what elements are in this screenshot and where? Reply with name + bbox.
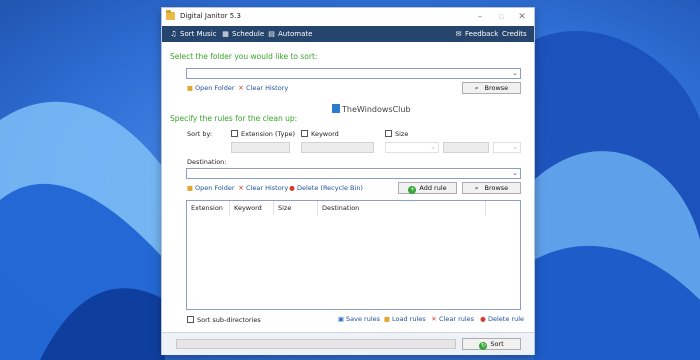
add-rule-button[interactable]: + Add rule (398, 182, 457, 194)
menu-credits[interactable]: Credits (502, 29, 527, 39)
window-title: Digital Janitor 5.3 (180, 12, 241, 20)
menu-feedback[interactable]: ✉ Feedback (454, 29, 499, 39)
refresh-icon: ↻ (479, 342, 488, 350)
folder-app-icon (166, 10, 175, 20)
maximize-icon[interactable]: ▫ (494, 11, 508, 23)
menu-schedule[interactable]: ▦ Schedule (221, 29, 264, 39)
menu-feedback-label: Feedback (465, 30, 499, 38)
menu-automate[interactable]: ▤ Automate (267, 29, 312, 39)
keyword-input[interactable] (301, 142, 374, 153)
clear-rules-label: Clear rules (439, 315, 475, 323)
folder-path-combobox[interactable]: ⌄ (186, 68, 521, 79)
sort-subdirectories-label: Sort sub-directories (197, 316, 261, 324)
browse-destination-label: Browse (484, 184, 509, 192)
sort-progress-bar (176, 339, 456, 349)
destination-clear-history-label: Clear History (246, 184, 289, 192)
sort-subdirectories-checkbox[interactable] (187, 316, 194, 323)
extension-input[interactable] (231, 142, 290, 153)
delete-rule-link[interactable]: ● Delete rule (479, 315, 524, 324)
minimize-icon[interactable]: – (473, 11, 487, 23)
size-checkbox[interactable] (385, 130, 392, 137)
open-folder-link[interactable]: ■ Open Folder (186, 84, 235, 93)
browse-destination-button[interactable]: ⌕ Browse (462, 182, 521, 194)
rules-table[interactable]: Extension Keyword Size Destination (186, 200, 521, 310)
rules-section-title: Specify the rules for the clean up: (170, 114, 298, 123)
clear-rules-link[interactable]: ✕ Clear rules (430, 315, 474, 324)
keyword-checkbox[interactable] (301, 130, 308, 137)
size-value-input[interactable] (443, 142, 489, 153)
load-rules-label: Load rules (392, 315, 426, 323)
chevron-down-icon[interactable]: ⌄ (512, 169, 518, 178)
browse-folder-button[interactable]: ⌕ Browse (462, 82, 521, 94)
size-unit-select[interactable]: ⌄ (493, 142, 521, 153)
menu-sort-music-label: Sort Music (180, 30, 217, 38)
extension-checkbox[interactable] (231, 130, 238, 137)
save-icon: ▣ (337, 315, 345, 323)
red-x-icon: ✕ (238, 184, 244, 192)
menu-sort-music[interactable]: ♫ Sort Music (169, 29, 217, 39)
column-header-destination[interactable]: Destination (318, 201, 486, 215)
magnifier-icon: ⌕ (474, 84, 479, 92)
add-rule-label: Add rule (419, 184, 447, 192)
delete-recycle-bin-label: Delete (Recycle Bin) (297, 184, 363, 192)
delete-recycle-bin-link[interactable]: ● Delete (Recycle Bin) (288, 184, 363, 193)
red-x-icon: ✕ (431, 315, 437, 323)
keyword-label: Keyword (311, 130, 339, 138)
menu-schedule-label: Schedule (232, 30, 265, 38)
destination-open-folder-link[interactable]: ■ Open Folder (186, 184, 235, 193)
close-icon[interactable]: ✕ (515, 11, 529, 23)
mail-icon: ✉ (455, 30, 462, 38)
size-operator-select[interactable]: ⌄ (385, 142, 439, 153)
sort-by-label: Sort by: (187, 130, 213, 138)
delete-rule-label: Delete rule (488, 315, 525, 323)
column-header-extension[interactable]: Extension (187, 201, 230, 215)
extension-label: Extension (Type) (241, 130, 295, 138)
column-header-keyword[interactable]: Keyword (230, 201, 274, 215)
delete-circle-icon: ● (480, 315, 486, 323)
automate-icon: ▤ (268, 30, 275, 38)
app-window: Digital Janitor 5.3 – ▫ ✕ ♫ Sort Music ▦ S… (162, 8, 534, 355)
sort-button[interactable]: ↻ Sort (462, 338, 521, 350)
music-note-icon: ♫ (170, 30, 177, 38)
save-rules-link[interactable]: ▣ Save rules (337, 315, 380, 324)
destination-open-folder-label: Open Folder (195, 184, 235, 192)
title-bar: Digital Janitor 5.3 – ▫ ✕ (162, 8, 534, 26)
menu-bar: ♫ Sort Music ▦ Schedule ▤ Automate ✉ Feedbac… (162, 26, 534, 42)
destination-label: Destination: (187, 158, 227, 166)
magnifier-icon: ⌕ (474, 184, 479, 192)
clear-history-link[interactable]: ✕ Clear History (237, 84, 288, 93)
open-folder-label: Open Folder (195, 84, 235, 92)
calendar-icon: ▦ (222, 30, 229, 38)
folder-icon: ■ (186, 184, 194, 192)
menu-automate-label: Automate (278, 30, 313, 38)
folder-icon: ■ (186, 84, 194, 92)
delete-circle-icon: ● (289, 184, 295, 192)
watermark-logo (332, 104, 340, 113)
save-rules-label: Save rules (346, 315, 381, 323)
size-label: Size (395, 130, 409, 138)
folder-section-title: Select the folder you would like to sort… (170, 52, 318, 61)
chevron-down-icon[interactable]: ⌄ (512, 143, 518, 152)
red-x-icon: ✕ (238, 84, 244, 92)
column-header-size[interactable]: Size (274, 201, 318, 215)
chevron-down-icon[interactable]: ⌄ (430, 143, 436, 152)
plus-circle-icon: + (408, 186, 417, 194)
browse-folder-label: Browse (484, 84, 509, 92)
chevron-down-icon[interactable]: ⌄ (512, 69, 518, 78)
destination-combobox[interactable]: ⌄ (186, 168, 521, 179)
destination-clear-history-link[interactable]: ✕ Clear History (237, 184, 288, 193)
open-folder-icon: ■ (383, 315, 391, 323)
watermark-text: TheWindowsClub (342, 105, 411, 114)
menu-credits-label: Credits (502, 30, 527, 38)
sort-button-label: Sort (490, 340, 504, 348)
load-rules-link[interactable]: ■ Load rules (383, 315, 426, 324)
watermark: TheWindowsClub (332, 104, 411, 114)
clear-history-label: Clear History (246, 84, 289, 92)
status-bar: ↻ Sort (162, 332, 534, 355)
